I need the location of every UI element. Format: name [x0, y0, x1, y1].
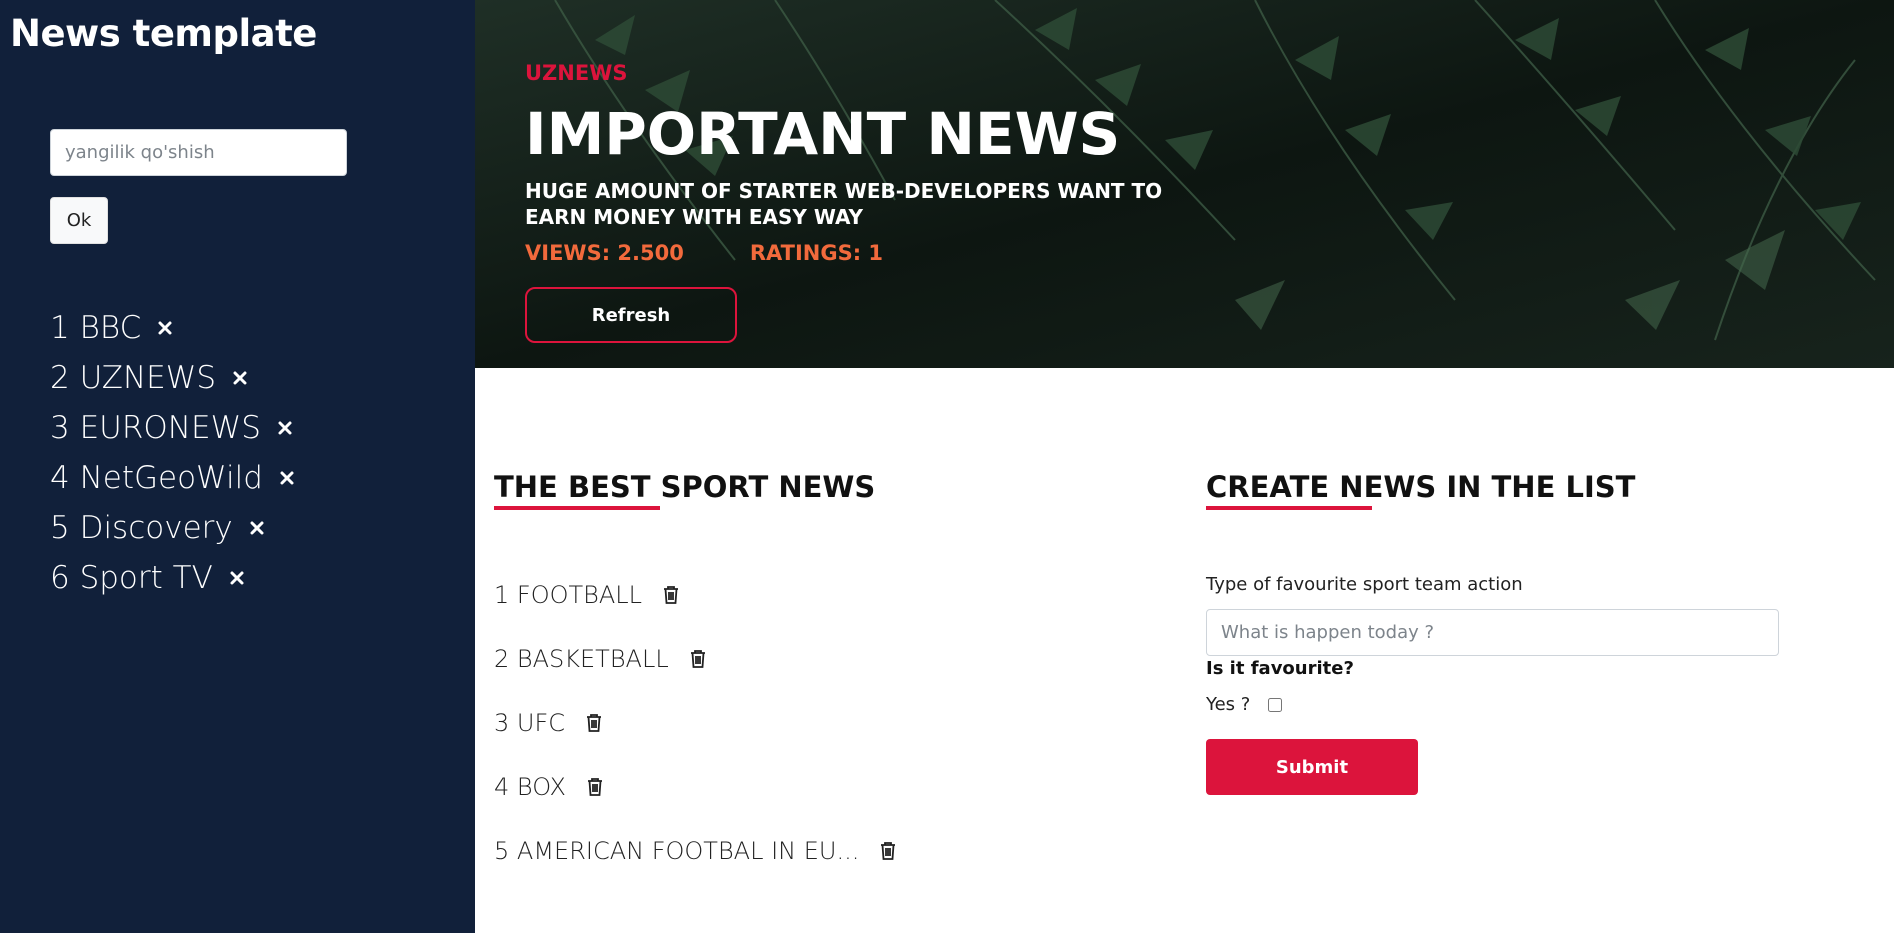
- close-icon[interactable]: [249, 520, 265, 536]
- sport-section-title: THE BEST SPORT NEWS: [494, 470, 876, 510]
- sport-item-label: 1 FOOTBALL: [494, 581, 643, 609]
- submit-button[interactable]: Submit: [1206, 739, 1418, 795]
- trash-icon[interactable]: [586, 777, 604, 797]
- close-icon[interactable]: [157, 320, 173, 336]
- sport-item-label: 4 BOX: [494, 773, 566, 801]
- sport-item: 3 UFC: [494, 691, 897, 755]
- hero-brand: UZNEWS: [525, 61, 628, 85]
- create-title-text: CREATE NEWS IN THE LIST: [1206, 470, 1636, 504]
- channel-item: 3 EURONEWS: [50, 403, 295, 453]
- title-underline: [494, 506, 660, 510]
- channel-label: 3 EURONEWS: [50, 410, 261, 446]
- action-input[interactable]: [1206, 609, 1779, 656]
- action-input-label: Type of favourite sport team action: [1206, 574, 1523, 595]
- sport-title-text: THE BEST SPORT NEWS: [494, 470, 876, 504]
- add-news-input[interactable]: [50, 129, 347, 176]
- close-icon[interactable]: [229, 570, 245, 586]
- favourite-question: Is it favourite?: [1206, 658, 1354, 679]
- title-underline: [1206, 506, 1372, 510]
- channel-item: 1 BBC: [50, 303, 295, 353]
- channel-list: 1 BBC 2 UZNEWS 3 EURONEWS 4 NetGeoWild 5…: [50, 303, 295, 603]
- ratings-count: RATINGS: 1: [749, 241, 884, 265]
- trash-icon[interactable]: [689, 649, 707, 669]
- refresh-button[interactable]: Refresh: [525, 287, 737, 343]
- close-icon[interactable]: [279, 470, 295, 486]
- channel-label: 6 Sport TV: [50, 560, 213, 596]
- channel-label: 1 BBC: [50, 310, 142, 346]
- channel-label: 5 Discovery: [50, 510, 233, 546]
- views-count: VIEWS: 2.500: [525, 241, 684, 265]
- close-icon[interactable]: [232, 370, 248, 386]
- hero-stats: VIEWS: 2.500 RATINGS: 1: [525, 241, 883, 265]
- favourite-checkbox[interactable]: [1268, 697, 1283, 712]
- trash-icon[interactable]: [879, 841, 897, 861]
- channel-item: 4 NetGeoWild: [50, 453, 295, 503]
- app-title: News template: [10, 12, 317, 55]
- sport-item-label: 2 BASKETBALL: [494, 645, 669, 673]
- trash-icon[interactable]: [662, 585, 680, 605]
- sport-item: 4 BOX: [494, 755, 897, 819]
- sport-item-label: 3 UFC: [494, 709, 566, 737]
- hero-subtitle: HUGE AMOUNT OF STARTER WEB-DEVELOPERS WA…: [525, 179, 1163, 229]
- channel-item: 5 Discovery: [50, 503, 295, 553]
- hero-banner: UZNEWS IMPORTANT NEWS HUGE AMOUNT OF STA…: [475, 0, 1894, 368]
- sidebar: News template Ok 1 BBC 2 UZNEWS 3 EURONE…: [0, 0, 475, 933]
- sport-item-label: 5 AMERICAN FOOTBAL IN EU...: [494, 837, 860, 865]
- yes-label: Yes ?: [1206, 694, 1251, 715]
- sport-item: 1 FOOTBALL: [494, 563, 897, 627]
- ok-button[interactable]: Ok: [50, 197, 108, 244]
- sport-item: 2 BASKETBALL: [494, 627, 897, 691]
- channel-item: 2 UZNEWS: [50, 353, 295, 403]
- sport-list: 1 FOOTBALL 2 BASKETBALL 3 UFC 4 BOX 5 AM…: [494, 563, 897, 883]
- create-section-title: CREATE NEWS IN THE LIST: [1206, 470, 1636, 510]
- trash-icon[interactable]: [585, 713, 603, 733]
- channel-item: 6 Sport TV: [50, 553, 295, 603]
- channel-label: 2 UZNEWS: [50, 360, 217, 396]
- favourite-row: Yes ?: [1206, 694, 1283, 715]
- sport-item: 5 AMERICAN FOOTBAL IN EU...: [494, 819, 897, 883]
- channel-label: 4 NetGeoWild: [50, 460, 263, 496]
- hero-title: IMPORTANT NEWS: [525, 100, 1121, 168]
- close-icon[interactable]: [277, 420, 293, 436]
